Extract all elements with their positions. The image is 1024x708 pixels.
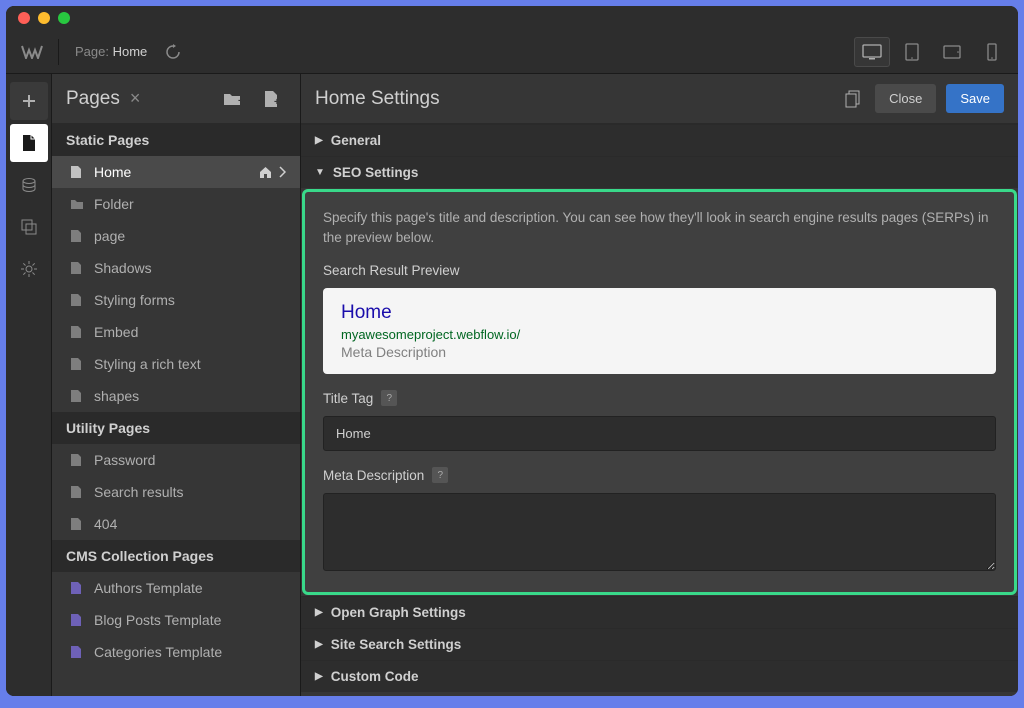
new-page-button[interactable]: + — [256, 85, 286, 113]
triangle-right-icon: ▶ — [315, 671, 323, 682]
triangle-right-icon: ▶ — [315, 135, 323, 146]
svg-text:+: + — [274, 97, 279, 108]
page-icon — [70, 165, 84, 179]
meta-description-label: Meta Description ? — [323, 467, 996, 483]
logo[interactable] — [14, 34, 50, 70]
title-tag-input[interactable] — [323, 416, 996, 451]
seo-section-header[interactable]: ▼SEO Settings — [301, 157, 1018, 188]
custom-code-section-header[interactable]: ▶Custom Code — [301, 661, 1018, 692]
add-element-button[interactable] — [10, 82, 48, 120]
page-item-folder[interactable]: Folder — [52, 188, 300, 220]
page-icon — [70, 229, 84, 243]
device-desktop-button[interactable] — [854, 37, 890, 67]
page-item[interactable]: page — [52, 220, 300, 252]
settings-nav-button[interactable] — [10, 250, 48, 288]
cms-pages-header: CMS Collection Pages — [52, 540, 300, 572]
page-item[interactable]: Styling forms — [52, 284, 300, 316]
meta-description-input[interactable] — [323, 493, 996, 571]
help-icon[interactable]: ? — [432, 467, 448, 483]
template-icon — [70, 581, 84, 595]
page-icon — [70, 485, 84, 499]
seo-settings-section: Specify this page's title and descriptio… — [302, 189, 1017, 595]
save-button[interactable]: Save — [946, 84, 1004, 113]
triangle-down-icon: ▼ — [315, 167, 325, 178]
pages-panel-title: Pages × — [66, 88, 140, 110]
page-icon — [70, 517, 84, 531]
window-close[interactable] — [18, 12, 30, 24]
close-panel-icon[interactable]: × — [130, 88, 141, 109]
topbar: Page: Home — [6, 30, 1018, 74]
page-item[interactable]: shapes — [52, 380, 300, 412]
preview-title: Home — [341, 302, 978, 324]
page-icon — [70, 261, 84, 275]
home-icon — [259, 166, 272, 179]
page-item[interactable]: 404 — [52, 508, 300, 540]
preview-meta: Meta Description — [341, 344, 978, 360]
copy-icon[interactable] — [841, 86, 865, 112]
new-folder-button[interactable]: + — [218, 85, 248, 113]
device-tablet-landscape-button[interactable] — [934, 37, 970, 67]
close-button[interactable]: Close — [875, 84, 936, 113]
page-item-home[interactable]: Home — [52, 156, 300, 188]
page-item[interactable]: Embed — [52, 316, 300, 348]
device-mobile-button[interactable] — [974, 37, 1010, 67]
static-pages-header: Static Pages — [52, 124, 300, 156]
utility-pages-header: Utility Pages — [52, 412, 300, 444]
page-icon — [70, 325, 84, 339]
folder-icon — [70, 198, 84, 210]
page-item[interactable]: Categories Template — [52, 636, 300, 668]
title-tag-label: Title Tag ? — [323, 390, 996, 406]
triangle-right-icon: ▶ — [315, 639, 323, 650]
preview-label: Search Result Preview — [323, 263, 996, 278]
template-icon — [70, 645, 84, 659]
nav-rail — [6, 74, 52, 696]
search-preview-box: Home myawesomeproject.webflow.io/ Meta D… — [323, 288, 996, 374]
page-item[interactable]: Blog Posts Template — [52, 604, 300, 636]
app-window: Page: Home Pages × + + — [6, 6, 1018, 696]
template-icon — [70, 613, 84, 627]
page-icon — [70, 293, 84, 307]
search-section-header[interactable]: ▶Site Search Settings — [301, 629, 1018, 660]
refresh-icon[interactable] — [165, 44, 181, 60]
general-section-header[interactable]: ▶General — [301, 125, 1018, 156]
svg-text:+: + — [238, 96, 243, 107]
chevron-right-icon — [278, 166, 286, 178]
page-label: Page: Home — [67, 44, 147, 59]
pages-nav-button[interactable] — [10, 124, 48, 162]
pages-panel: Pages × + + Static Pages Home Folder pag… — [52, 74, 301, 696]
page-icon — [70, 453, 84, 467]
triangle-right-icon: ▶ — [315, 607, 323, 618]
titlebar — [6, 6, 1018, 30]
settings-panel: Home Settings Close Save ▶General ▼SEO S… — [301, 74, 1018, 696]
assets-nav-button[interactable] — [10, 208, 48, 246]
page-icon — [70, 357, 84, 371]
preview-url: myawesomeproject.webflow.io/ — [341, 327, 978, 342]
window-maximize[interactable] — [58, 12, 70, 24]
seo-description-text: Specify this page's title and descriptio… — [323, 208, 996, 247]
cms-nav-button[interactable] — [10, 166, 48, 204]
device-tablet-button[interactable] — [894, 37, 930, 67]
page-item[interactable]: Search results — [52, 476, 300, 508]
page-item[interactable]: Shadows — [52, 252, 300, 284]
settings-title: Home Settings — [315, 88, 440, 110]
page-item[interactable]: Password — [52, 444, 300, 476]
og-section-header[interactable]: ▶Open Graph Settings — [301, 597, 1018, 628]
window-minimize[interactable] — [38, 12, 50, 24]
page-icon — [70, 389, 84, 403]
page-item[interactable]: Authors Template — [52, 572, 300, 604]
help-icon[interactable]: ? — [381, 390, 397, 406]
page-item[interactable]: Styling a rich text — [52, 348, 300, 380]
